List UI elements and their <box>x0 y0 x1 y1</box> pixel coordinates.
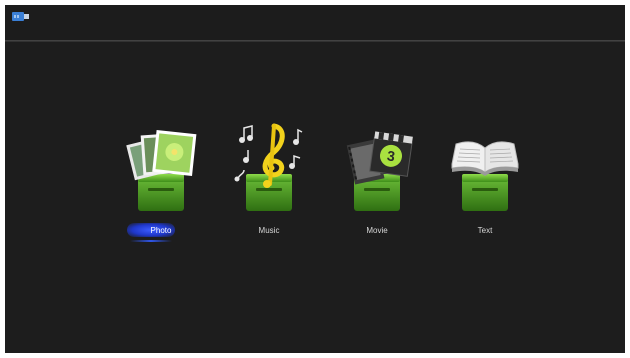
menu-item-movie[interactable]: 3 Movie <box>334 118 420 243</box>
selection-underline <box>130 240 172 242</box>
usb-drive-icon <box>12 12 29 21</box>
photo-icon <box>126 130 197 211</box>
menu-item-music[interactable]: Music <box>226 118 312 243</box>
text-icon <box>451 141 519 211</box>
top-bar-divider <box>5 40 625 42</box>
menu-item-label: Text <box>477 226 493 235</box>
menu-item-label: Photo <box>150 226 172 235</box>
top-bar <box>5 5 625 41</box>
movie-icon: 3 <box>346 131 413 211</box>
menu-item-text[interactable]: Text <box>442 118 528 243</box>
menu-item-photo[interactable]: Photo <box>118 118 204 243</box>
media-player-screen: Photo Music 3 Movie Text <box>5 5 625 353</box>
menu-item-label: Movie <box>366 226 388 235</box>
menu-item-label: Music <box>258 226 280 235</box>
music-icon <box>234 123 303 211</box>
